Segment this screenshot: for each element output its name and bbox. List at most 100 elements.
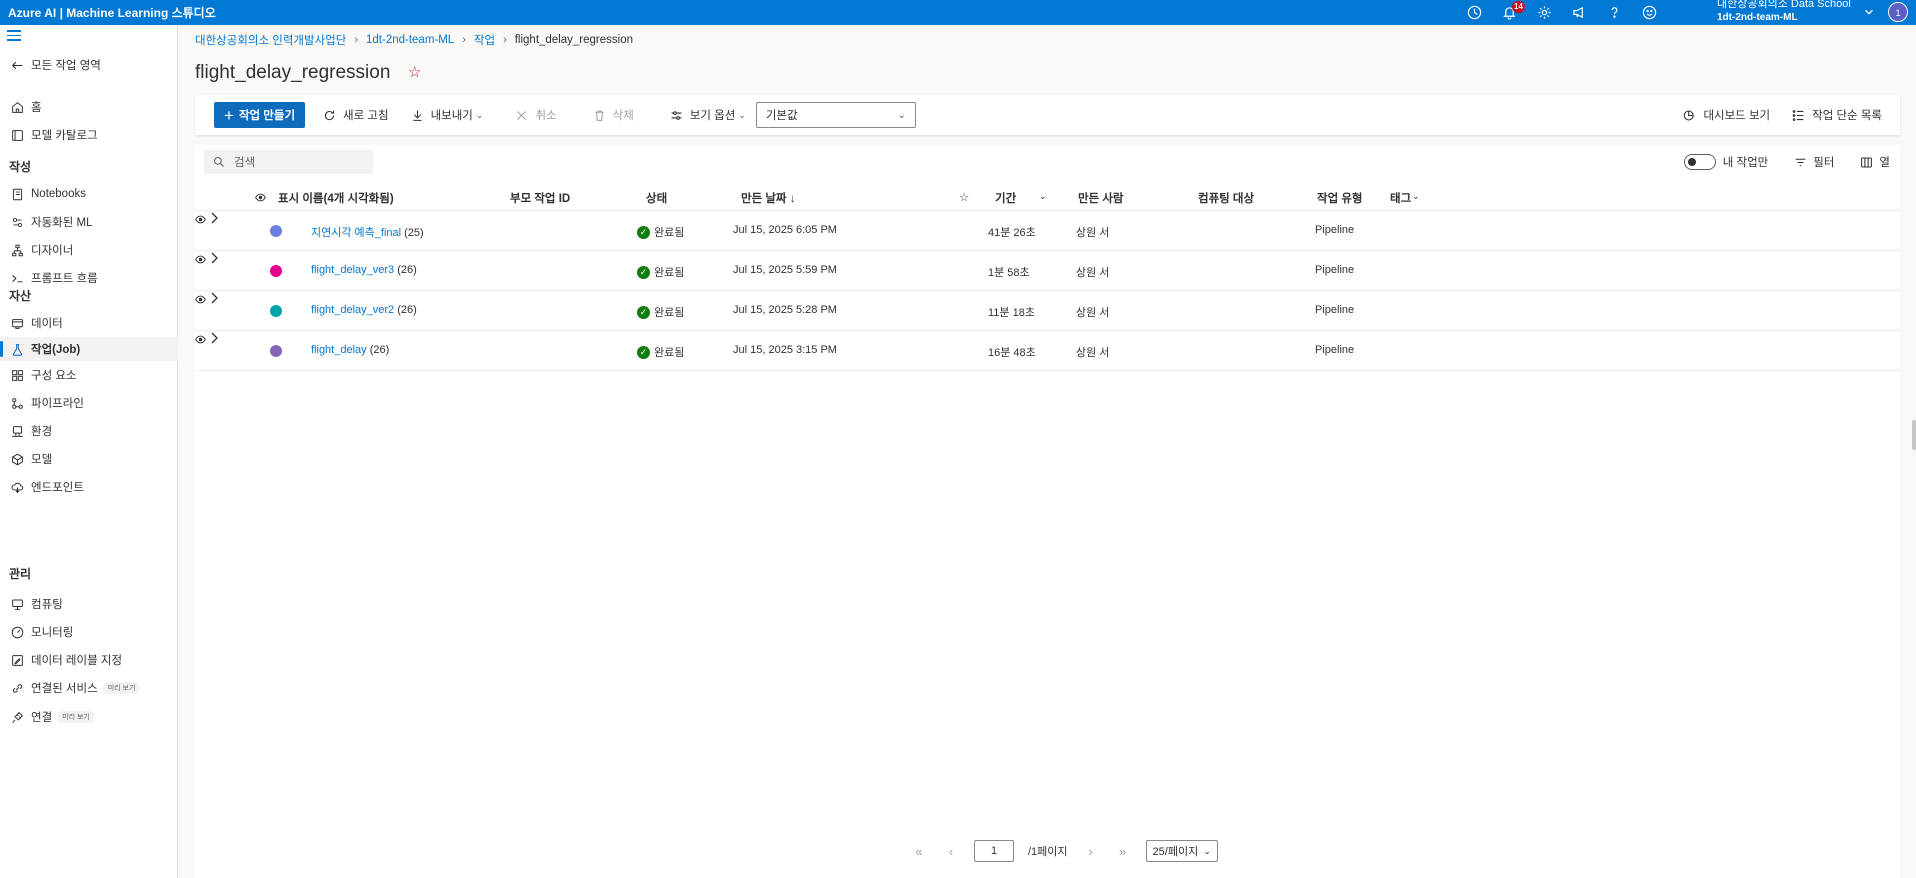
run-link[interactable]: flight_delay_ver2 (311, 304, 394, 316)
run-name: flight_delay_ver3 (26) (311, 264, 417, 276)
breadcrumb-workspace[interactable]: 1dt-2nd-team-ML (366, 34, 454, 46)
last-page-icon[interactable]: » (1114, 844, 1132, 859)
sidebar-item-jobs[interactable]: 작업(Job) (0, 337, 178, 361)
chevron-down-icon[interactable]: ⌄ (1039, 191, 1047, 202)
header-duration[interactable]: 기간 (995, 190, 1016, 206)
chevron-down-icon[interactable]: ⌄ (1412, 191, 1420, 202)
run-link[interactable]: flight_delay (311, 344, 367, 356)
columns-button[interactable]: 열 (1860, 154, 1890, 170)
delete-label: 삭제 (612, 110, 634, 122)
chevron-down-icon: ⌄ (897, 109, 906, 121)
avatar[interactable]: 1 (1888, 2, 1908, 22)
run-color-dot[interactable] (270, 265, 282, 277)
filter-button[interactable]: 필터 (1794, 154, 1834, 170)
status-text: 완료됨 (654, 227, 685, 239)
create-job-button[interactable]: + 작업 만들기 (214, 102, 306, 128)
chevron-right-icon[interactable] (209, 251, 219, 265)
dashboard-view-button[interactable]: 대시보드 보기 (1675, 102, 1778, 128)
view-select-dropdown[interactable]: 기본값 ⌄ (755, 102, 916, 128)
toggle-switch[interactable] (1683, 154, 1716, 170)
chevron-right-icon[interactable] (209, 291, 219, 305)
refresh-button[interactable]: 새로 고침 (315, 102, 397, 128)
run-link[interactable]: flight_delay_ver3 (311, 264, 394, 276)
page-size-dropdown[interactable]: 25/페이지 ⌄ (1145, 840, 1218, 862)
simple-list-button[interactable]: 작업 단순 목록 (1784, 102, 1890, 128)
sidebar-item-data[interactable]: 데이터 (0, 311, 178, 335)
sidebar-item-designer[interactable]: 디자이너 (0, 238, 178, 262)
sidebar-item-home[interactable]: 홈 (0, 95, 178, 119)
sidebar-item-components[interactable]: 구성 요소 (0, 363, 178, 387)
table-row[interactable]: flight_delay_ver3 (26) ✓ 완료됨 Jul 15, 2025… (195, 251, 1900, 291)
header-parent-job[interactable]: 부모 작업 ID (510, 190, 570, 206)
smiley-feedback-icon[interactable] (1640, 4, 1658, 22)
sidebar-item-label: 연결된 서비스 (31, 683, 98, 695)
chevron-down-icon[interactable] (1862, 5, 1876, 19)
table-row[interactable]: 지연시각 예측_final (25) ✓ 완료됨 Jul 15, 2025 6:0… (195, 211, 1900, 251)
sidebar-item-model-catalog[interactable]: 모델 카탈로그 (0, 123, 178, 147)
section-author: 작성 (9, 160, 32, 174)
chevron-down-icon: ⌄ (1203, 845, 1211, 856)
sidebar-item-monitoring[interactable]: 모니터링 (0, 620, 178, 644)
export-button[interactable]: 내보내기 ⌄ (403, 102, 492, 128)
sidebar-item-environments[interactable]: 환경 (0, 419, 178, 443)
next-page-icon[interactable]: › (1082, 844, 1100, 859)
view-options-button[interactable]: 보기 옵션 ⌄ (662, 102, 754, 128)
favorite-star-icon[interactable]: ☆ (408, 63, 421, 81)
header-created[interactable]: 만든 날짜 ↓ (741, 190, 795, 206)
clock-icon[interactable] (1465, 4, 1483, 22)
scrollbar[interactable] (1912, 420, 1916, 450)
run-color-dot[interactable] (270, 225, 282, 237)
sidebar-item-automl[interactable]: 자동화된 ML (0, 210, 178, 234)
run-color-dot[interactable] (270, 345, 282, 357)
eye-icon[interactable] (195, 214, 206, 225)
eye-icon[interactable] (255, 192, 266, 203)
first-page-icon[interactable]: « (910, 844, 928, 859)
arrow-left-icon (10, 58, 24, 72)
sidebar-item-label: 엔드포인트 (31, 482, 84, 494)
previous-page-icon[interactable]: ‹ (942, 844, 960, 859)
account-info[interactable]: 대한상공회의소 Data School 1dt-2nd-team-ML (1717, 0, 1867, 24)
header-compute[interactable]: 컴퓨팅 대상 (1198, 190, 1254, 206)
header-job-type[interactable]: 작업 유형 (1317, 190, 1363, 206)
page-number-input[interactable]: 1 (974, 840, 1014, 862)
cancel-button[interactable]: 취소 (507, 102, 564, 128)
eye-icon[interactable] (195, 294, 206, 305)
sidebar-item-connections[interactable]: 연결 미리 보기 (0, 705, 178, 729)
breadcrumb-jobs[interactable]: 작업 (474, 32, 495, 48)
connection-icon (10, 710, 24, 724)
help-icon[interactable] (1605, 4, 1623, 22)
table-row[interactable]: flight_delay (26) ✓ 완료됨 Jul 15, 2025 3:15… (195, 331, 1900, 371)
star-header-icon[interactable]: ☆ (959, 190, 969, 204)
notification-bell-icon[interactable]: 14 (1500, 0, 1525, 22)
my-jobs-toggle[interactable]: 내 작업만 (1683, 154, 1768, 170)
chevron-down-icon: ⌄ (475, 109, 484, 120)
sidebar-item-notebooks[interactable]: Notebooks (0, 182, 178, 206)
back-to-workspaces[interactable]: 모든 작업 영역 (0, 53, 178, 77)
sidebar-item-data-labeling[interactable]: 데이터 레이블 지정 (0, 648, 178, 672)
sidebar-item-models[interactable]: 모델 (0, 447, 178, 471)
eye-icon[interactable] (195, 334, 206, 345)
app-title[interactable]: Azure AI | Machine Learning 스튜디오 (0, 4, 216, 21)
run-link[interactable]: 지연시각 예측_final (311, 227, 401, 239)
search-input[interactable]: 검색 (204, 150, 373, 174)
back-label: 모든 작업 영역 (31, 60, 101, 72)
header-created-by[interactable]: 만든 사람 (1078, 190, 1124, 206)
megaphone-icon[interactable] (1570, 4, 1588, 22)
header-status[interactable]: 상태 (646, 190, 667, 206)
sidebar-item-linked-services[interactable]: 연결된 서비스 미리 보기 (0, 676, 178, 700)
hamburger-menu-icon[interactable] (7, 30, 21, 42)
delete-button[interactable]: 삭제 (585, 102, 642, 128)
run-color-dot[interactable] (270, 305, 282, 317)
sidebar-item-compute[interactable]: 컴퓨팅 (0, 592, 178, 616)
header-display-name[interactable]: 표시 이름(4개 시각화됨) (278, 190, 394, 206)
gear-icon[interactable] (1535, 4, 1553, 22)
eye-icon[interactable] (195, 254, 206, 265)
total-pages: /1페이지 (1028, 846, 1068, 858)
chevron-right-icon[interactable] (209, 211, 219, 225)
chevron-right-icon[interactable] (209, 331, 219, 345)
header-tags[interactable]: 태그 (1390, 190, 1411, 206)
sidebar-item-pipelines[interactable]: 파이프라인 (0, 391, 178, 415)
table-row[interactable]: flight_delay_ver2 (26) ✓ 완료됨 Jul 15, 2025… (195, 291, 1900, 331)
breadcrumb-org[interactable]: 대한상공회의소 인력개발사업단 (195, 32, 346, 48)
sidebar-item-endpoints[interactable]: 엔드포인트 (0, 475, 178, 499)
